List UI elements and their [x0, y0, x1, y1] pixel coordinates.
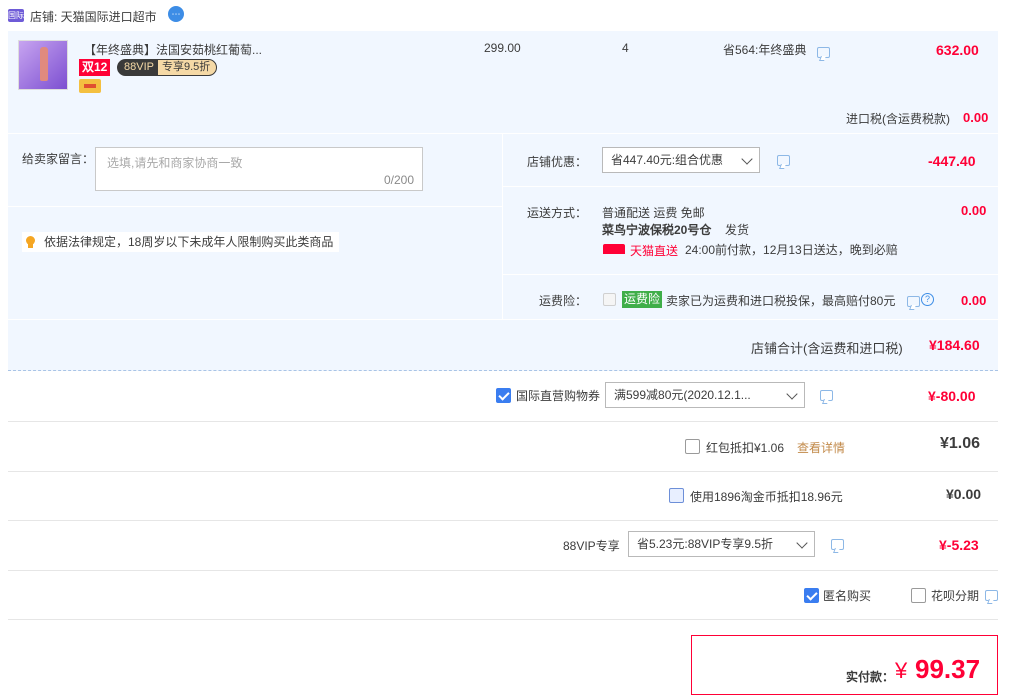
chevron-down-icon	[741, 153, 753, 165]
right-divider-2	[503, 274, 998, 275]
vip-select[interactable]: 省5.23元:88VIP专享9.5折	[628, 531, 815, 557]
anonymous-label: 匿名购买	[823, 589, 872, 603]
taobao-coin-value: ¥0.00	[946, 486, 982, 502]
vip-label: 88VIP	[124, 61, 154, 73]
payment-label: 实付款：	[846, 670, 895, 684]
unit-price: 299.00	[484, 41, 521, 55]
promo-text: 省564:年终盛典	[723, 43, 807, 57]
shop-name[interactable]: 店铺: 天猫国际进口超市	[30, 8, 157, 25]
age-notice: 依据法律规定，18周岁以下未成年人限制购买此类商品	[22, 232, 340, 252]
row-divider	[8, 520, 998, 521]
payment-currency: ¥	[895, 658, 908, 683]
shipping-value: 0.00	[961, 203, 987, 218]
vip-discount: 专享9.5折	[157, 60, 217, 75]
huabei-chat-icon[interactable]	[985, 590, 998, 601]
age-notice-text: 依据法律规定，18周岁以下未成年人限制购买此类商品	[44, 235, 334, 249]
shipping-dispatch: 发货	[725, 223, 750, 237]
row-divider	[8, 421, 998, 422]
shop-discount-selected: 省447.40元:组合优惠	[611, 153, 724, 167]
shop-chat-icon[interactable]: ⋯	[168, 6, 184, 22]
insurance-tag: 运费险	[622, 291, 663, 308]
row-divider	[8, 471, 998, 472]
vip-row-label: 88VIP专享	[563, 539, 620, 553]
shipping-label: 运送方式：	[527, 206, 588, 220]
item-row: 【年终盛典】法国安茹桃红葡萄... 双12 88VIP 专享9.5折 299.00…	[8, 31, 998, 133]
shop-discount-select[interactable]: 省447.40元:组合优惠	[602, 147, 760, 173]
lightbulb-base	[28, 244, 33, 248]
payment-box: 实付款： ¥ 99.37	[691, 635, 998, 695]
shipping-warehouse: 菜鸟宁波保税20号仓	[602, 223, 712, 237]
import-tax-label: 进口税(含运费税款)	[846, 112, 950, 126]
double12-tag: 双12	[79, 59, 111, 76]
taobao-coin-label: 使用1896淘金币抵扣18.96元	[690, 490, 843, 504]
product-thumbnail[interactable]	[18, 40, 68, 90]
tmall-global-badge: 国际	[8, 9, 24, 22]
insurance-chat-icon[interactable]	[907, 296, 920, 307]
coupon-value: ¥-80.00	[928, 388, 976, 404]
shop-discount-label: 店铺优惠：	[527, 155, 588, 169]
right-options-panel: 店铺优惠： 省447.40元:组合优惠 -447.40 运送方式： 普通配送 运…	[503, 134, 998, 319]
right-divider-1	[503, 186, 998, 187]
coupon-selected: 满599减80元(2020.12.1...	[614, 388, 751, 402]
divider-left	[8, 206, 502, 207]
quantity: 4	[622, 41, 629, 55]
insurance-checkbox[interactable]	[603, 293, 616, 306]
promo-chat-icon[interactable]	[817, 47, 830, 58]
product-title[interactable]: 【年终盛典】法国安茹桃红葡萄...	[84, 41, 262, 58]
vip-chat-icon[interactable]	[831, 539, 844, 550]
shop-total-label: 店铺合计(含运费和进口税)	[751, 341, 903, 356]
row-divider	[8, 619, 998, 620]
insurance-text: 卖家已为运费和进口税投保，最高赔付80元	[666, 294, 896, 308]
tmall-cat-icon	[603, 244, 625, 254]
insurance-label: 运费险：	[539, 294, 588, 308]
help-icon[interactable]: ?	[921, 293, 934, 306]
message-counter: 0/200	[383, 173, 414, 187]
red-packet-checkbox[interactable]	[685, 439, 700, 454]
item-subtotal: 632.00	[936, 42, 979, 58]
shipping-line1: 普通配送 运费 免邮	[602, 206, 705, 220]
coupon-chat-icon[interactable]	[820, 390, 833, 401]
coupon-checkbox[interactable]	[496, 388, 511, 403]
card-icon	[79, 79, 101, 93]
shop-total-value: ¥184.60	[929, 337, 980, 353]
red-packet-label: 红包抵扣¥1.06	[706, 441, 785, 455]
chevron-down-icon	[796, 537, 808, 549]
coupon-label: 国际直营购物券	[516, 389, 601, 403]
import-tax-value: 0.00	[963, 110, 989, 125]
message-textarea[interactable]: 选填,请先和商家协商一致 0/200	[95, 147, 423, 191]
wine-bottle-icon	[40, 47, 48, 81]
message-placeholder: 选填,请先和商家协商一致	[107, 156, 243, 170]
vip-value: ¥-5.23	[939, 537, 979, 553]
payment-value: 99.37	[915, 654, 981, 684]
left-options-panel: 给卖家留言： 选填,请先和商家协商一致 0/200 依据法律规定，18周岁以下未…	[8, 134, 502, 319]
row-divider	[8, 570, 998, 571]
shop-header: 国际 店铺: 天猫国际进口超市 ⋯	[8, 6, 308, 26]
insurance-value: 0.00	[961, 293, 987, 308]
red-packet-value: ¥1.06	[940, 435, 981, 452]
coupon-select[interactable]: 满599减80元(2020.12.1...	[605, 382, 805, 408]
anonymous-checkbox[interactable]	[804, 588, 819, 603]
vip-tag: 88VIP 专享9.5折	[117, 59, 218, 76]
discount-chat-icon[interactable]	[777, 155, 790, 166]
message-label: 给卖家留言：	[22, 152, 95, 166]
shop-total-row: 店铺合计(含运费和进口税) ¥184.60	[8, 320, 998, 371]
tmall-express-label: 天猫直送	[630, 244, 679, 258]
vip-selected: 省5.23元:88VIP专享9.5折	[637, 537, 774, 551]
red-packet-details-link[interactable]: 查看详情	[797, 439, 845, 456]
huabei-checkbox[interactable]	[911, 588, 926, 603]
delivery-info: 24:00前付款，12月13日送达，晚到必赔	[685, 243, 898, 257]
huabei-label: 花呗分期	[931, 589, 980, 603]
shop-discount-value: -447.40	[928, 153, 976, 169]
taobao-coin-checkbox[interactable]	[669, 488, 684, 503]
chevron-down-icon	[786, 388, 798, 400]
